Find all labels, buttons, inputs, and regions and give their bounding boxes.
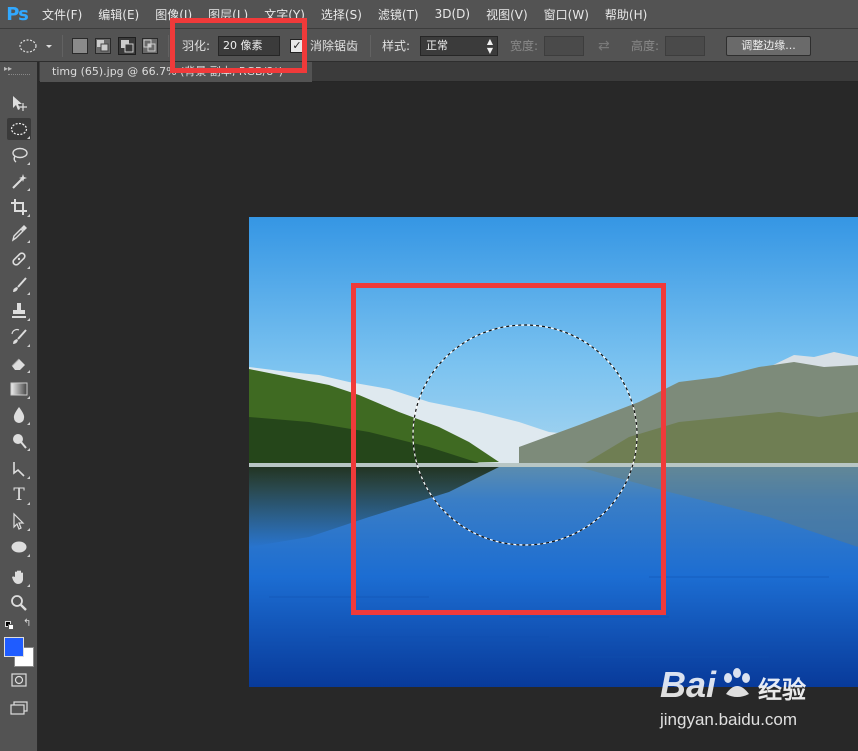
move-tool-icon[interactable] — [7, 92, 31, 114]
tools-panel: ▸▸ T ↰ — [0, 62, 38, 751]
eyedropper-tool-icon[interactable] — [7, 222, 31, 244]
tool-preset-picker[interactable] — [18, 38, 54, 54]
menu-view[interactable]: 视图(V) — [478, 0, 536, 28]
intersect-selection-icon — [143, 39, 156, 52]
new-selection-button[interactable] — [72, 38, 88, 54]
dodge-tool-icon[interactable] — [7, 430, 31, 452]
subtract-selection-icon — [121, 40, 134, 53]
eraser-tool-icon[interactable] — [7, 352, 31, 374]
clone-stamp-tool-icon[interactable] — [7, 300, 31, 322]
menu-edit[interactable]: 编辑(E) — [90, 0, 147, 28]
add-to-selection-button[interactable] — [95, 38, 111, 54]
antialias-label: 消除锯齿 — [310, 39, 359, 53]
menu-file[interactable]: 文件(F) — [34, 0, 90, 28]
brush-tool-icon[interactable] — [7, 274, 31, 296]
default-colors-icon[interactable] — [5, 621, 14, 630]
path-selection-tool-icon[interactable] — [7, 510, 31, 532]
swap-colors-icon[interactable]: ↰ — [23, 618, 31, 629]
quick-mask-icon[interactable] — [7, 669, 31, 691]
annotation-box-feather — [170, 18, 307, 73]
refine-edge-button[interactable]: 调整边缘... — [726, 36, 811, 56]
healing-brush-tool-icon[interactable] — [7, 248, 31, 270]
svg-text:Bai: Bai — [660, 664, 717, 705]
ellipse-shape-tool-icon[interactable] — [7, 536, 31, 558]
menu-3d[interactable]: 3D(D) — [427, 0, 478, 28]
watermark-brand-text: 经验 — [758, 676, 806, 704]
style-select-value: 正常 — [426, 39, 448, 52]
width-input[interactable] — [544, 36, 584, 56]
watermark-url: jingyan.baidu.com — [660, 710, 798, 729]
divider — [370, 35, 371, 57]
foreground-color-swatch[interactable] — [4, 637, 24, 657]
select-arrows-icon: ▲ ▼ — [486, 37, 493, 55]
add-selection-icon — [97, 40, 109, 52]
intersect-selection-button[interactable] — [142, 38, 158, 54]
magic-wand-tool-icon[interactable] — [7, 170, 31, 192]
style-label: 样式: — [382, 39, 411, 53]
menu-filter[interactable]: 滤镜(T) — [370, 0, 427, 28]
options-bar: 羽化: 20 像素 ✓ 消除锯齿 样式: 正常 ▲ ▼ 宽度: ⇄ 高度: 调整边… — [0, 28, 858, 62]
pen-tool-icon[interactable] — [7, 458, 31, 480]
zoom-tool-icon[interactable] — [7, 592, 31, 614]
height-label: 高度: — [631, 39, 660, 53]
screen-mode-icon[interactable] — [7, 697, 31, 719]
type-tool-icon[interactable]: T — [7, 484, 31, 506]
crop-tool-icon[interactable] — [7, 196, 31, 218]
elliptical-marquee-tool-icon[interactable] — [7, 118, 31, 140]
menu-help[interactable]: 帮助(H) — [597, 0, 655, 28]
panel-grip[interactable] — [8, 74, 30, 77]
menu-bar: Ps 文件(F) 编辑(E) 图像(I) 图层(L) 文字(Y) 选择(S) 滤… — [0, 0, 858, 28]
divider — [168, 35, 169, 57]
width-label: 宽度: — [510, 39, 539, 53]
panel-collapse-icon[interactable]: ▸▸ — [4, 64, 12, 73]
history-brush-tool-icon[interactable] — [7, 326, 31, 348]
style-select[interactable]: 正常 ▲ ▼ — [420, 36, 498, 56]
annotation-box-selection — [351, 283, 666, 615]
subtract-from-selection-button[interactable] — [118, 37, 136, 55]
ellipse-marquee-icon — [19, 39, 52, 53]
baidu-jingyan-watermark: Bai 经验 jingyan.baidu.com — [660, 650, 858, 740]
lasso-tool-icon[interactable] — [7, 144, 31, 166]
divider — [62, 35, 63, 57]
menu-select[interactable]: 选择(S) — [313, 0, 370, 28]
gradient-tool-icon[interactable] — [7, 378, 31, 400]
height-input[interactable] — [665, 36, 705, 56]
menu-window[interactable]: 窗口(W) — [536, 0, 597, 28]
photoshop-logo: Ps — [6, 3, 29, 25]
blur-tool-icon[interactable] — [7, 404, 31, 426]
swap-dimensions-icon[interactable]: ⇄ — [598, 38, 614, 54]
hand-tool-icon[interactable] — [7, 566, 31, 588]
document-tab-strip: timg (65).jpg @ 66.7% (背景 副本, RGB/8*) — [39, 62, 858, 82]
